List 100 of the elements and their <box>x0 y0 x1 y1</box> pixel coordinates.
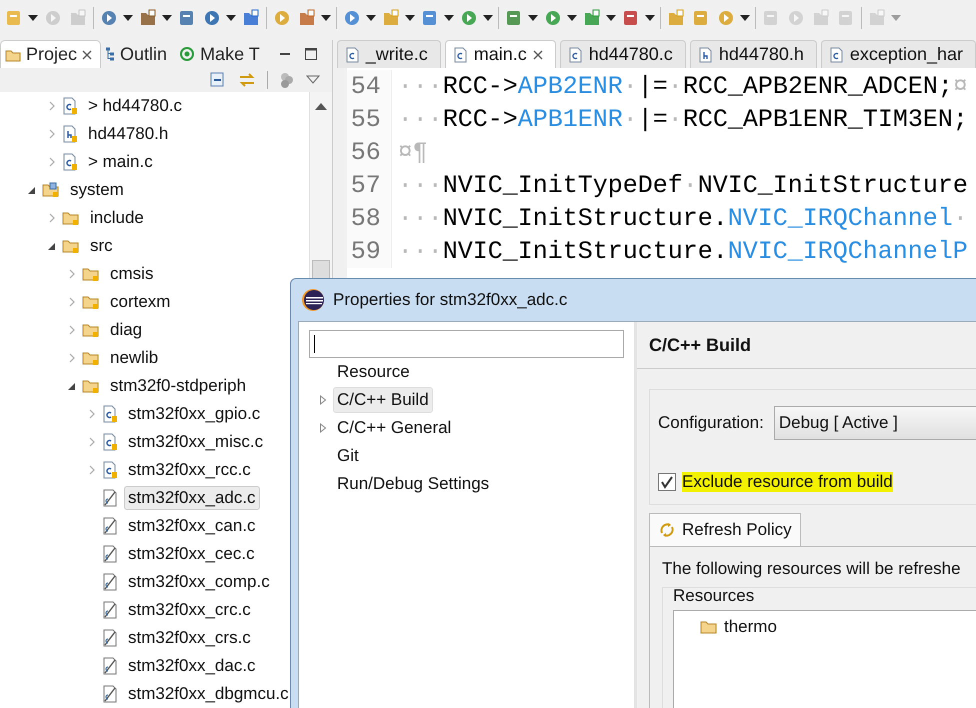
code-line: ···NVIC_InitTypeDef·NVIC_InitStructure <box>396 171 968 200</box>
tree-item[interactable]: src <box>86 234 117 258</box>
tree-item[interactable]: cmsis <box>106 262 158 286</box>
header-file-icon <box>698 46 713 62</box>
c-file-icon <box>454 46 468 62</box>
c-file-icon <box>102 405 118 423</box>
dropdown-caret-icon[interactable] <box>123 15 133 21</box>
dropdown-caret-icon[interactable] <box>444 15 454 21</box>
tree-item[interactable]: stm32f0xx_dac.c <box>124 654 260 678</box>
nav-item[interactable]: Git <box>333 443 363 469</box>
c-file-icon <box>346 46 360 62</box>
outline-icon <box>105 47 116 61</box>
eclipse-logo-icon <box>301 288 325 312</box>
editor-tab[interactable]: main.c <box>444 40 556 68</box>
checkbox[interactable] <box>658 473 676 491</box>
code-line: ¤¶ <box>396 138 428 167</box>
line-number: 58 <box>346 202 392 235</box>
scroll-up-icon[interactable] <box>314 102 327 110</box>
code-line: ···RCC->APB1ENR·|=·RCC_APB1ENR_TIM3EN; <box>396 105 968 134</box>
tree-item[interactable]: > hd44780.c <box>84 94 186 118</box>
filter-field[interactable] <box>309 330 624 358</box>
dropdown-caret-icon[interactable] <box>606 15 616 21</box>
code-line: ···RCC->APB2ENR·|=·RCC_APB2ENR_ADCEN;¤ <box>396 72 968 101</box>
tree-item[interactable]: diag <box>106 318 146 342</box>
tree-item[interactable]: newlib <box>106 346 162 370</box>
dropdown-caret-icon[interactable] <box>162 15 172 21</box>
c-file-icon <box>830 46 844 62</box>
dropdown-caret-icon[interactable] <box>740 15 750 21</box>
dropdown-caret-icon[interactable] <box>528 15 538 21</box>
c-file-icon <box>62 153 78 171</box>
configuration-dropdown[interactable]: Debug [ Active ] <box>774 406 976 440</box>
checkbox-label[interactable]: Exclude resource from build <box>682 472 893 492</box>
target-icon <box>179 46 196 62</box>
close-icon[interactable] <box>82 50 92 60</box>
c-file-icon <box>102 461 118 479</box>
c-file-icon <box>102 433 118 451</box>
excluded-file-icon <box>102 629 118 647</box>
editor-tab[interactable]: hd44780.c <box>560 40 686 68</box>
tree-item[interactable]: stm32f0xx_adc.c <box>124 486 260 510</box>
tree-item[interactable]: stm32f0xx_crs.c <box>124 626 255 650</box>
tree-item[interactable]: cortexm <box>106 290 174 314</box>
editor-tab[interactable]: _write.c <box>336 40 441 68</box>
excluded-file-icon <box>102 685 118 703</box>
dropdown-caret-icon[interactable] <box>28 15 38 21</box>
dropdown-caret-icon[interactable] <box>321 15 331 21</box>
tree-item[interactable]: stm32f0xx_dbgmcu.c <box>124 682 293 706</box>
dropdown-caret-icon[interactable] <box>405 15 415 21</box>
expand-arrow-icon[interactable] <box>319 423 327 433</box>
collapse-arrow-icon[interactable] <box>68 381 76 391</box>
tree-item[interactable]: stm32f0-stdperiph <box>106 374 250 398</box>
dropdown-caret-icon[interactable] <box>483 15 493 21</box>
view-tab[interactable]: Outlin <box>101 40 176 68</box>
code-line: ···NVIC_InitStructure.NVIC_IRQChannelP <box>396 237 968 266</box>
dropdown-caret-icon[interactable] <box>226 15 236 21</box>
nav-item[interactable]: Resource <box>333 359 414 385</box>
tree-item[interactable]: system <box>66 178 128 202</box>
tree-item[interactable]: stm32f0xx_gpio.c <box>124 402 264 426</box>
tree-item[interactable]: > main.c <box>84 150 157 174</box>
line-number: 59 <box>346 235 392 268</box>
view-tab[interactable]: Make T <box>175 40 268 68</box>
configuration-label: Configuration: <box>658 413 764 433</box>
line-number: 55 <box>346 103 392 136</box>
excluded-file-icon <box>102 545 118 563</box>
tree-item[interactable]: include <box>86 206 148 230</box>
line-number: 57 <box>346 169 392 202</box>
c-file-icon <box>568 46 583 62</box>
dialog-title: Properties for stm32f0xx_adc.c <box>333 290 568 310</box>
tree-item[interactable]: stm32f0xx_crc.c <box>124 598 255 622</box>
excluded-file-icon <box>102 517 118 535</box>
project-folder-icon <box>42 182 60 198</box>
refresh-policy-tab[interactable]: Refresh Policy <box>649 513 801 546</box>
nav-item[interactable]: C/C++ General <box>333 415 456 441</box>
description-text: The following resources will be refreshe <box>662 559 962 579</box>
editor-tab[interactable]: exception_har <box>820 40 976 68</box>
dropdown-caret-icon[interactable] <box>567 15 577 21</box>
view-tab[interactable]: Projec <box>0 40 102 68</box>
collapse-arrow-icon[interactable] <box>28 185 36 195</box>
tree-item[interactable]: hd44780.h <box>84 122 172 146</box>
expand-arrow-icon[interactable] <box>319 395 327 405</box>
tree-item[interactable]: stm32f0xx_comp.c <box>124 570 274 594</box>
tree-item[interactable]: stm32f0xx_cec.c <box>124 542 259 566</box>
collapse-arrow-icon[interactable] <box>48 241 56 251</box>
group-label: Resources <box>673 586 756 606</box>
excluded-file-icon <box>102 573 118 591</box>
tree-item[interactable]: stm32f0xx_misc.c <box>124 430 268 454</box>
dropdown-caret-icon[interactable] <box>366 15 376 21</box>
nav-item[interactable]: Run/Debug Settings <box>333 471 494 497</box>
line-number: 54 <box>346 70 392 103</box>
dropdown-caret-icon[interactable] <box>645 15 655 21</box>
code-line: ···NVIC_InitStructure.NVIC_IRQChannel· <box>396 204 968 233</box>
nav-item[interactable]: C/C++ Build <box>333 387 433 413</box>
view-menu-icon[interactable] <box>306 75 320 85</box>
tree-item[interactable]: stm32f0xx_rcc.c <box>124 458 255 482</box>
close-icon[interactable] <box>532 50 543 60</box>
maximize-icon[interactable] <box>304 47 318 61</box>
editor-tab[interactable]: hd44780.h <box>690 40 817 68</box>
folder-name[interactable]: thermo <box>724 617 777 637</box>
line-number: 56 <box>346 136 392 169</box>
c-file-icon <box>62 97 78 115</box>
tree-item[interactable]: stm32f0xx_can.c <box>124 514 260 538</box>
